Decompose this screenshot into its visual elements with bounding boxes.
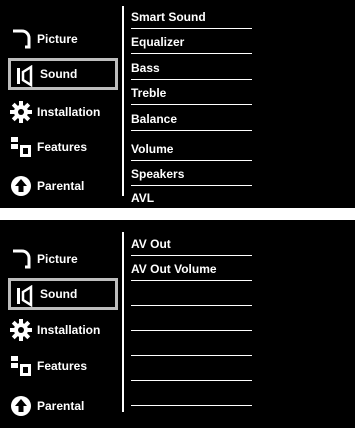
- submenu-item-empty: [131, 280, 252, 306]
- menu-item-installation[interactable]: Installation: [0, 96, 122, 128]
- submenu-item-av-out-volume[interactable]: AV Out Volume: [131, 255, 252, 281]
- menu-item-label: Features: [37, 359, 88, 373]
- menu-item-installation[interactable]: Installation: [0, 314, 122, 346]
- submenu-item-label: AV Out: [131, 237, 171, 251]
- submenu-item-label: Speakers: [131, 167, 185, 181]
- submenu-item-bass[interactable]: Bass: [131, 54, 252, 80]
- menu-item-label: Sound: [40, 67, 78, 81]
- gear-icon: [10, 101, 32, 123]
- menu-divider: [122, 6, 124, 196]
- menu-item-label: Installation: [37, 323, 101, 337]
- parental-icon: [10, 175, 32, 197]
- menu-item-features[interactable]: Features: [0, 131, 122, 163]
- submenu-item-label: AV Out Volume: [131, 262, 217, 276]
- submenu-item-empty: [131, 355, 252, 381]
- menu-divider: [122, 232, 124, 412]
- menu-item-parental[interactable]: Parental: [0, 170, 122, 202]
- submenu-item-label: Smart Sound: [131, 10, 206, 24]
- submenu-item-balance[interactable]: Balance: [131, 105, 252, 131]
- parental-icon: [10, 395, 32, 417]
- features-icon: [10, 355, 32, 377]
- features-icon: [10, 136, 32, 158]
- submenu-item-av-out[interactable]: AV Out: [131, 230, 252, 256]
- gear-icon: [10, 319, 32, 341]
- submenu-item-label: Treble: [131, 86, 167, 100]
- submenu-item-treble[interactable]: Treble: [131, 79, 252, 105]
- menu-item-label: Features: [37, 140, 88, 154]
- menu-item-label: Parental: [37, 179, 85, 193]
- submenu-item-label: Volume: [131, 142, 174, 156]
- submenu-item-empty: [131, 305, 252, 331]
- submenu-item-label: Balance: [131, 112, 178, 126]
- picture-icon: [10, 28, 32, 50]
- menu-item-picture[interactable]: Picture: [0, 23, 122, 55]
- submenu-item-avl[interactable]: AVL: [131, 184, 252, 209]
- menu-item-label: Installation: [37, 105, 101, 119]
- picture-icon: [10, 248, 32, 270]
- menu-item-features[interactable]: Features: [0, 350, 122, 382]
- submenu-item-equalizer[interactable]: Equalizer: [131, 28, 252, 54]
- menu-item-picture[interactable]: Picture: [0, 243, 122, 275]
- submenu-item-empty: [131, 330, 252, 356]
- speaker-icon: [15, 285, 37, 307]
- menu-item-sound[interactable]: Sound: [8, 58, 118, 90]
- menu-item-sound[interactable]: Sound: [8, 278, 118, 310]
- submenu-item-volume[interactable]: Volume: [131, 135, 252, 161]
- submenu-item-label: AVL: [131, 191, 155, 205]
- menu-item-label: Picture: [37, 252, 78, 266]
- sound-menu-screen-2: Picture Sound Installation Features Pare…: [0, 220, 355, 428]
- submenu-item-empty: [131, 380, 252, 406]
- submenu-item-label: Bass: [131, 61, 160, 75]
- menu-item-label: Sound: [40, 287, 78, 301]
- submenu-item-speakers[interactable]: Speakers: [131, 160, 252, 186]
- menu-item-label: Parental: [37, 399, 85, 413]
- menu-item-label: Picture: [37, 32, 78, 46]
- submenu-item-smart-sound[interactable]: Smart Sound: [131, 3, 252, 29]
- submenu-item-label: Equalizer: [131, 35, 185, 49]
- menu-item-parental[interactable]: Parental: [0, 390, 122, 422]
- sound-menu-screen-1: Picture Sound Installation Features Pare…: [0, 0, 355, 208]
- speaker-icon: [15, 65, 37, 87]
